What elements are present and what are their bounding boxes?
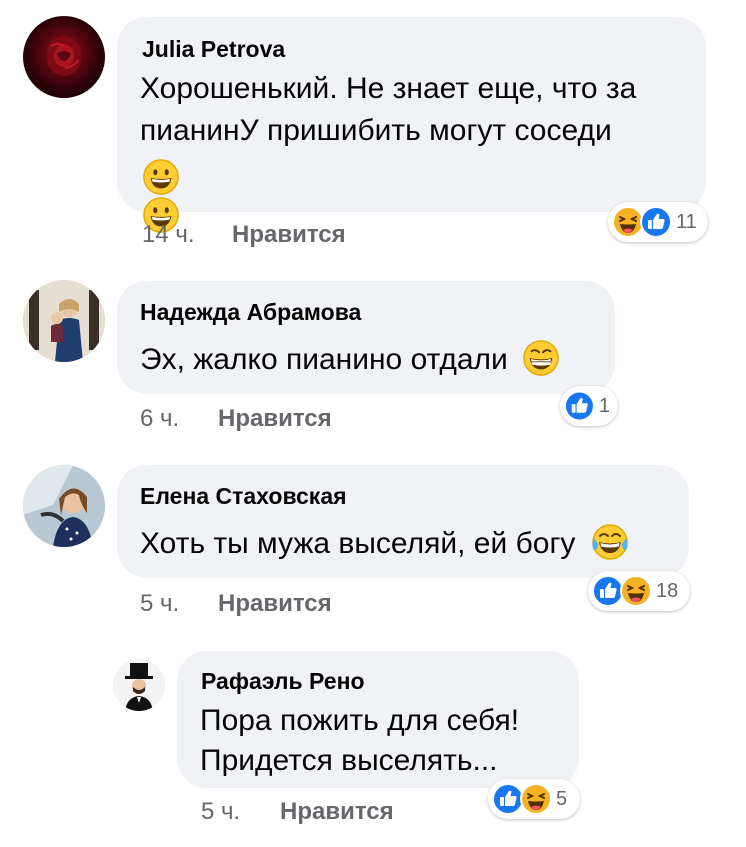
comment-time[interactable]: 5 ч. [201, 798, 240, 826]
reaction-summary[interactable]: 18 [588, 571, 690, 611]
like-button[interactable]: Нравится [280, 798, 394, 826]
comment-time[interactable]: 5 ч. [140, 590, 179, 618]
like-reaction-icon [564, 390, 595, 422]
comment-text-line-1: Хорошенький. Не знает еще, что за [140, 72, 637, 105]
comment-time[interactable]: 14 ч. [142, 221, 195, 249]
comment-author[interactable]: Надежда Абрамова [140, 299, 361, 326]
grinning-squinting-face-icon [522, 339, 560, 377]
like-button[interactable]: Нравится [218, 405, 332, 433]
like-button[interactable]: Нравится [232, 221, 346, 249]
comment-text-line-1: Хоть ты мужа выселяй, ей богу [140, 521, 630, 567]
comment-author[interactable]: Елена Стаховская [140, 483, 347, 510]
grinning-face-icon [142, 158, 180, 196]
reaction-summary[interactable]: 1 [560, 386, 618, 426]
reaction-count: 18 [656, 579, 679, 602]
comment-text-line-2: Придется выселять... [200, 744, 498, 777]
user-photo-icon [23, 280, 105, 362]
reaction-summary[interactable]: 11 [608, 202, 708, 242]
like-button[interactable]: Нравится [218, 590, 332, 618]
like-reaction-icon [640, 206, 672, 238]
emoji-line [142, 158, 180, 198]
avatar[interactable] [23, 465, 105, 547]
comment-text-line-2: пианинУ пришибить могут соседи [140, 114, 612, 147]
comment-author[interactable]: Julia Petrova [142, 36, 285, 63]
top-hat-man-icon [113, 659, 165, 711]
reaction-count: 11 [676, 210, 697, 233]
haha-reaction-icon [620, 575, 652, 607]
comment-text: Хоть ты мужа выселяй, ей богу [140, 527, 576, 560]
reaction-count: 1 [598, 394, 610, 417]
comment-text: Эх, жалко пианино отдали [140, 343, 508, 376]
avatar[interactable] [113, 659, 165, 711]
reaction-count: 5 [556, 787, 568, 810]
reaction-summary[interactable]: 5 [488, 779, 580, 819]
comment-author[interactable]: Рафаэль Рено [201, 668, 365, 695]
user-photo-icon [23, 465, 105, 547]
comment-time[interactable]: 6 ч. [140, 405, 179, 433]
avatar[interactable] [23, 16, 105, 98]
tears-of-joy-face-icon [590, 522, 630, 562]
rose-icon [47, 36, 81, 76]
haha-reaction-icon [520, 783, 552, 815]
comment-text-line-1: Эх, жалко пианино отдали [140, 337, 560, 383]
avatar[interactable] [23, 280, 105, 362]
